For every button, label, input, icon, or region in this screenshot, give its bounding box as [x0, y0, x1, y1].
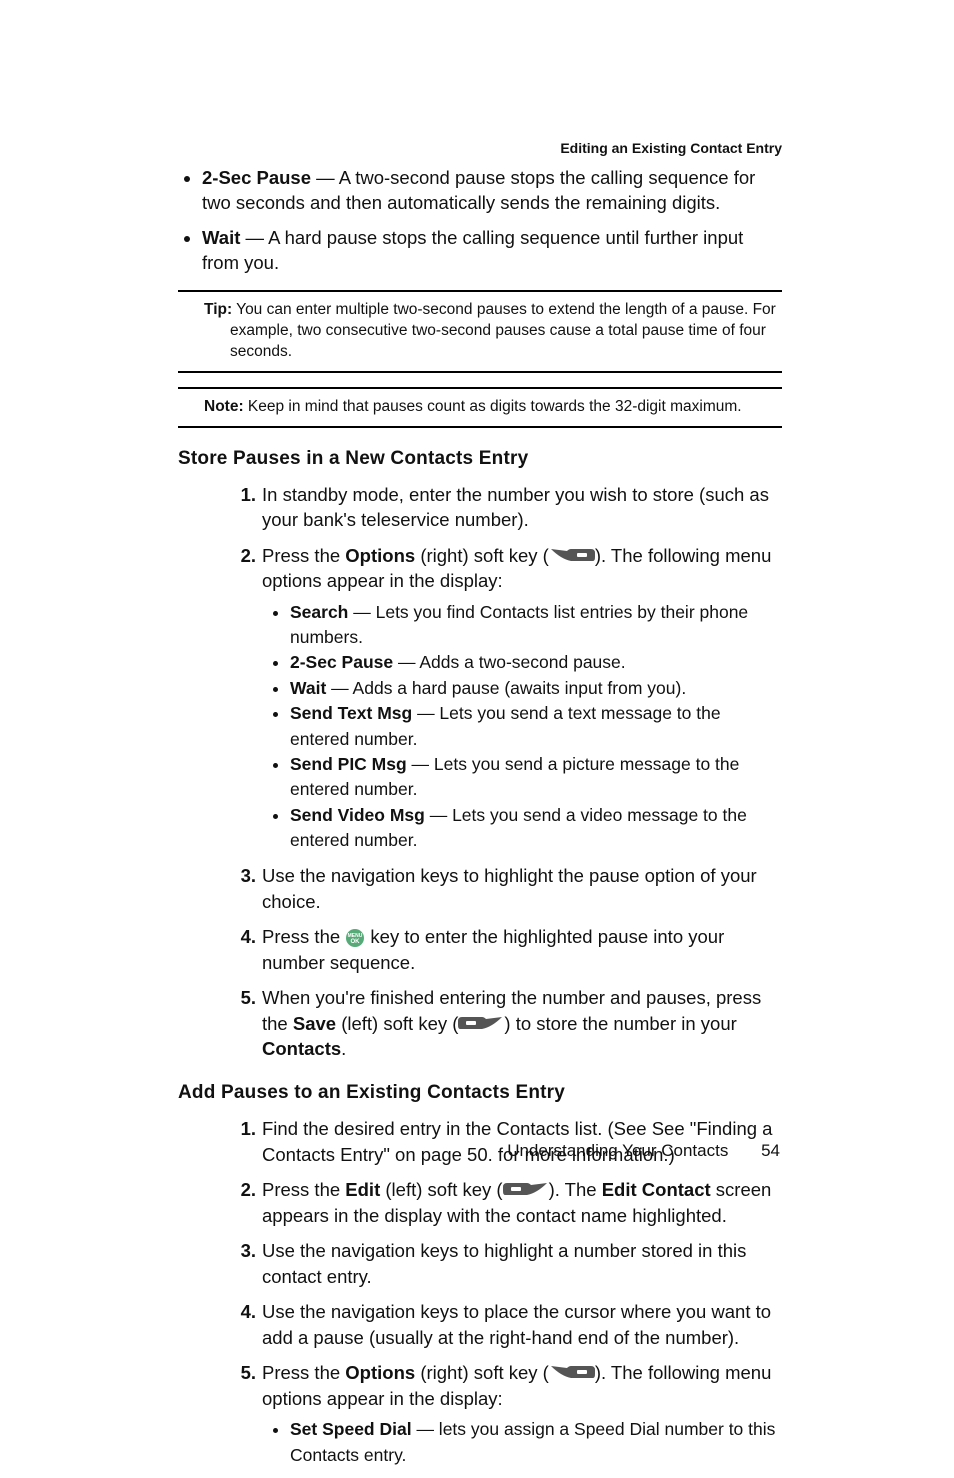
right-softkey-icon [549, 1366, 595, 1382]
page-number: 54 [761, 1141, 780, 1160]
footer-section: Understanding Your Contacts [507, 1141, 728, 1160]
section-heading-add: Add Pauses to an Existing Contacts Entry [178, 1082, 782, 1104]
list-item: 2-Sec Pause — A two-second pause stops t… [202, 166, 782, 216]
list-item: Wait — A hard pause stops the calling se… [202, 226, 782, 276]
page-footer: Understanding Your Contacts 54 [507, 1141, 780, 1161]
step: 2. Press the Options (right) soft key ()… [230, 543, 782, 854]
step: 4.Use the navigation keys to place the c… [230, 1299, 782, 1350]
options-list: Set Speed Dial — lets you assign a Speed… [262, 1417, 782, 1468]
left-softkey-icon [503, 1183, 549, 1199]
list-item: Send PIC Msg — Lets you send a picture m… [290, 752, 782, 803]
step: 5. Press the Options (right) soft key ()… [230, 1360, 782, 1468]
page-content: Editing an Existing Contact Entry 2-Sec … [178, 140, 782, 1478]
step: 3.Use the navigation keys to highlight a… [230, 1238, 782, 1289]
running-header: Editing an Existing Contact Entry [178, 140, 782, 156]
note-box: Note: Keep in mind that pauses count as … [204, 389, 782, 426]
list-item: Send Video Msg — Lets you send a video m… [290, 803, 782, 854]
left-softkey-icon [458, 1017, 504, 1033]
list-item: Wait — Adds a hard pause (awaits input f… [290, 676, 782, 701]
steps-store: 1.In standby mode, enter the number you … [178, 482, 782, 1062]
step: 5. When you're finished entering the num… [230, 985, 782, 1062]
options-list: Search — Lets you find Contacts list ent… [262, 600, 782, 854]
step: 4. Press the MENUOK key to enter the hig… [230, 924, 782, 975]
divider [178, 426, 782, 428]
right-softkey-icon [549, 549, 595, 565]
steps-add: 1.Find the desired entry in the Contacts… [178, 1116, 782, 1468]
pause-type-list: 2-Sec Pause — A two-second pause stops t… [178, 166, 782, 276]
list-item: Send Text Msg — Lets you send a text mes… [290, 701, 782, 752]
step: 3.Use the navigation keys to highlight t… [230, 863, 782, 914]
section-heading-store: Store Pauses in a New Contacts Entry [178, 448, 782, 470]
list-item: Set Speed Dial — lets you assign a Speed… [290, 1417, 782, 1468]
tip-box: Tip: You can enter multiple two-second p… [204, 292, 782, 371]
ok-key-icon: MENUOK [345, 929, 365, 949]
list-item: Search — Lets you find Contacts list ent… [290, 600, 782, 651]
svg-text:OK: OK [351, 939, 361, 945]
step: 2. Press the Edit (left) soft key (). Th… [230, 1177, 782, 1228]
list-item: 2-Sec Pause — Adds a two-second pause. [290, 650, 782, 675]
step: 1.In standby mode, enter the number you … [230, 482, 782, 533]
